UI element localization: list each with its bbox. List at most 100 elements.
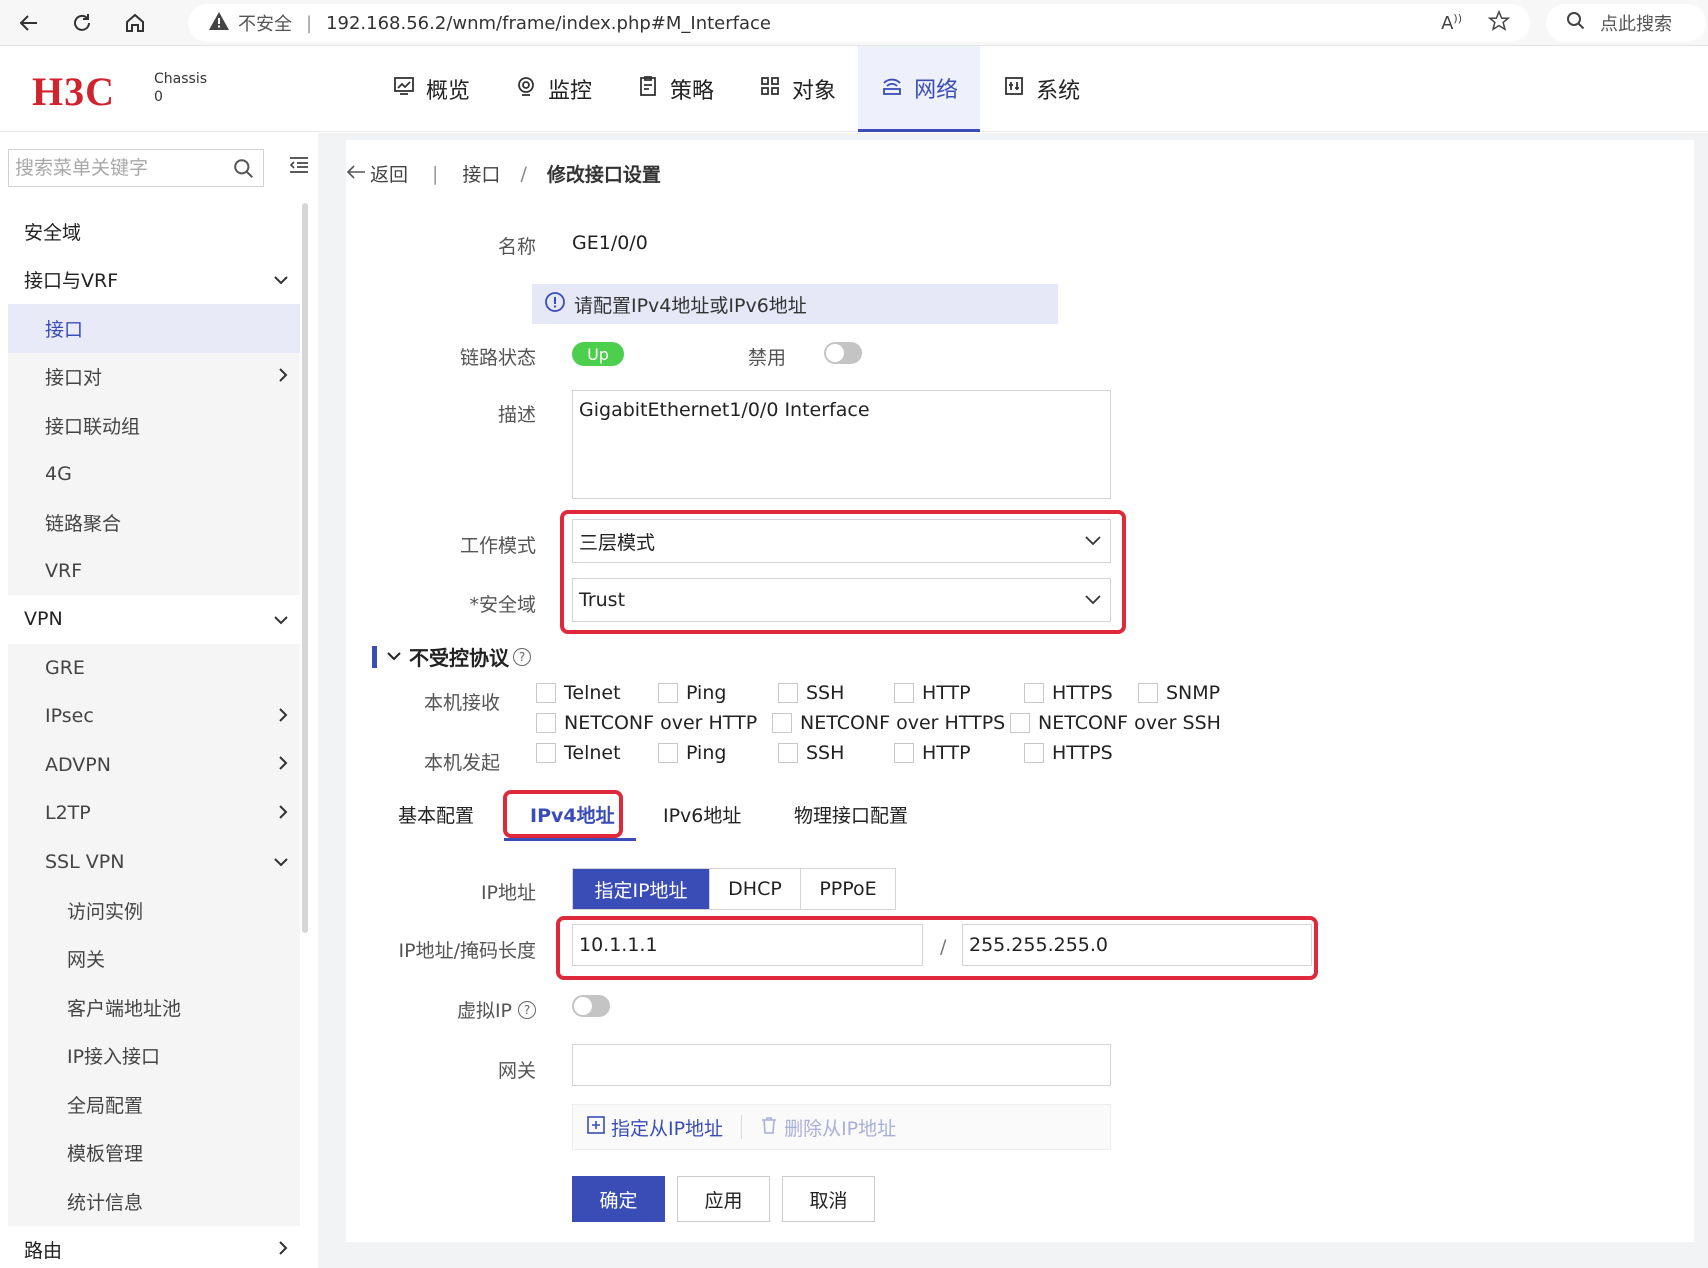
checkbox-square[interactable]: [536, 683, 556, 703]
security-zone-select[interactable]: Trust: [572, 578, 1111, 622]
work-mode-select[interactable]: 三层模式: [572, 519, 1111, 563]
sidebar-item[interactable]: 4G: [8, 449, 300, 498]
protocol-checkbox[interactable]: HTTP: [894, 682, 971, 704]
nav-object[interactable]: 对象: [736, 46, 858, 132]
checkbox-square[interactable]: [536, 713, 556, 733]
sidebar-item[interactable]: 全局配置: [8, 1080, 300, 1129]
protocol-checkbox[interactable]: SSH: [778, 742, 844, 764]
sidebar-item[interactable]: 模板管理: [8, 1128, 300, 1177]
sidebar-scrollbar[interactable]: [302, 203, 308, 933]
tab-basic[interactable]: 基本配置: [398, 788, 474, 840]
uncontrolled-protocol-section[interactable]: 不受控协议 ?: [372, 642, 531, 671]
reload-icon[interactable]: [67, 8, 97, 38]
tab-physical[interactable]: 物理接口配置: [794, 788, 908, 840]
help-icon[interactable]: ?: [518, 1000, 536, 1019]
sidebar-item[interactable]: VRF: [8, 546, 300, 595]
menu-search-input[interactable]: [15, 157, 225, 179]
search-icon[interactable]: [233, 158, 255, 185]
protocol-checkbox[interactable]: NETCONF over HTTP: [536, 712, 757, 734]
sidebar-item[interactable]: IPsec: [8, 692, 300, 741]
protocol-checkbox[interactable]: HTTPS: [1024, 742, 1113, 764]
cancel-button[interactable]: 取消: [782, 1176, 875, 1222]
section-title: 不受控协议: [409, 646, 509, 670]
tab-ipv4[interactable]: IPv4地址: [530, 788, 615, 840]
protocol-checkbox[interactable]: HTTPS: [1024, 682, 1113, 704]
read-aloud-icon[interactable]: A)): [1441, 12, 1462, 34]
menu-search[interactable]: [8, 149, 264, 187]
checkbox-square[interactable]: [1010, 713, 1030, 733]
sidebar-item[interactable]: IP接入接口: [8, 1031, 300, 1080]
address-bar[interactable]: 不安全 | 192.168.56.2/wnm/frame/index.php#M…: [188, 4, 1530, 42]
apply-button[interactable]: 应用: [677, 1176, 770, 1222]
checkbox-square[interactable]: [778, 743, 798, 763]
delete-sub-ip-button[interactable]: 删除从IP地址: [760, 1114, 896, 1141]
help-icon[interactable]: ?: [513, 647, 531, 666]
back-arrow-icon[interactable]: [14, 8, 44, 38]
checkbox-square[interactable]: [658, 743, 678, 763]
sidebar-item[interactable]: 客户端地址池: [8, 983, 300, 1032]
checkbox-square[interactable]: [1138, 683, 1158, 703]
sidebar-item[interactable]: ADVPN: [8, 740, 300, 789]
nav-label: 系统: [1036, 79, 1081, 104]
collapse-menu-icon[interactable]: [288, 155, 310, 180]
home-icon[interactable]: [120, 8, 150, 38]
sidebar-item[interactable]: 网关: [8, 934, 300, 983]
sidebar-item[interactable]: 统计信息: [8, 1177, 300, 1226]
gateway-input[interactable]: [572, 1044, 1111, 1086]
sidebar-item[interactable]: GRE: [8, 643, 300, 692]
protocol-checkbox[interactable]: Ping: [658, 682, 726, 704]
protocol-checkbox[interactable]: SSH: [778, 682, 844, 704]
ip-address-input[interactable]: 10.1.1.1: [572, 924, 923, 966]
nav-network[interactable]: 网络: [858, 46, 981, 132]
checkbox-square[interactable]: [894, 743, 914, 763]
sidebar-item-label: 接口: [45, 318, 84, 341]
nav-monitor[interactable]: 监控: [492, 46, 614, 132]
checkbox-square[interactable]: [536, 743, 556, 763]
mode-pppoe-button[interactable]: PPPoE: [801, 869, 895, 909]
checkbox-square[interactable]: [772, 713, 792, 733]
checkbox-square[interactable]: [894, 683, 914, 703]
virtual-ip-toggle[interactable]: [572, 995, 610, 1017]
sidebar-item[interactable]: SSL VPN: [8, 837, 300, 886]
protocol-checkbox[interactable]: SNMP: [1138, 682, 1220, 704]
checkbox-square[interactable]: [658, 683, 678, 703]
star-icon[interactable]: [1487, 9, 1511, 37]
disable-toggle[interactable]: [824, 342, 862, 364]
nav-policy[interactable]: 策略: [614, 46, 736, 132]
sidebar-item[interactable]: 接口: [8, 304, 300, 353]
nav-system[interactable]: 系统: [980, 46, 1102, 132]
checkbox-square[interactable]: [1024, 743, 1044, 763]
sidebar-item[interactable]: 链路聚合: [8, 498, 300, 547]
sidebar-item[interactable]: 接口对: [8, 352, 300, 401]
tab-ipv6[interactable]: IPv6地址: [663, 788, 741, 840]
description-field[interactable]: GigabitEthernet1/0/0 Interface: [572, 390, 1111, 499]
protocol-checkbox[interactable]: NETCONF over SSH: [1010, 712, 1221, 734]
sidebar-item[interactable]: 访问实例: [8, 886, 300, 935]
checkbox-square[interactable]: [1024, 683, 1044, 703]
nav-overview[interactable]: 概览: [370, 46, 492, 132]
sidebar-item[interactable]: 路由: [8, 1225, 300, 1268]
sidebar-item[interactable]: 接口与VRF: [8, 255, 300, 304]
sidebar-item[interactable]: VPN: [8, 595, 300, 644]
protocol-label: Telnet: [564, 682, 621, 704]
breadcrumb-parent[interactable]: 接口: [462, 160, 500, 187]
ok-button[interactable]: 确定: [572, 1176, 665, 1222]
gateway-label: 网关: [497, 1060, 536, 1082]
mask-input[interactable]: 255.255.255.0: [962, 924, 1312, 966]
protocol-checkbox[interactable]: NETCONF over HTTPS: [772, 712, 1005, 734]
protocol-checkbox[interactable]: Ping: [658, 742, 726, 764]
mode-static-button[interactable]: 指定IP地址: [573, 869, 710, 909]
add-sub-ip-button[interactable]: 指定从IP地址: [573, 1114, 723, 1141]
protocol-checkbox[interactable]: Telnet: [536, 682, 621, 704]
back-link[interactable]: 返回: [346, 160, 408, 187]
sidebar-item-label: 全局配置: [67, 1094, 144, 1117]
browser-search[interactable]: 点此搜索: [1546, 4, 1706, 42]
protocol-checkbox[interactable]: Telnet: [536, 742, 621, 764]
protocol-checkbox[interactable]: HTTP: [894, 742, 971, 764]
policy-icon: [636, 74, 660, 104]
sidebar-item[interactable]: 安全域: [8, 207, 300, 256]
mode-dhcp-button[interactable]: DHCP: [710, 869, 801, 909]
sidebar-item[interactable]: 接口联动组: [8, 401, 300, 450]
checkbox-square[interactable]: [778, 683, 798, 703]
sidebar-item[interactable]: L2TP: [8, 789, 300, 838]
